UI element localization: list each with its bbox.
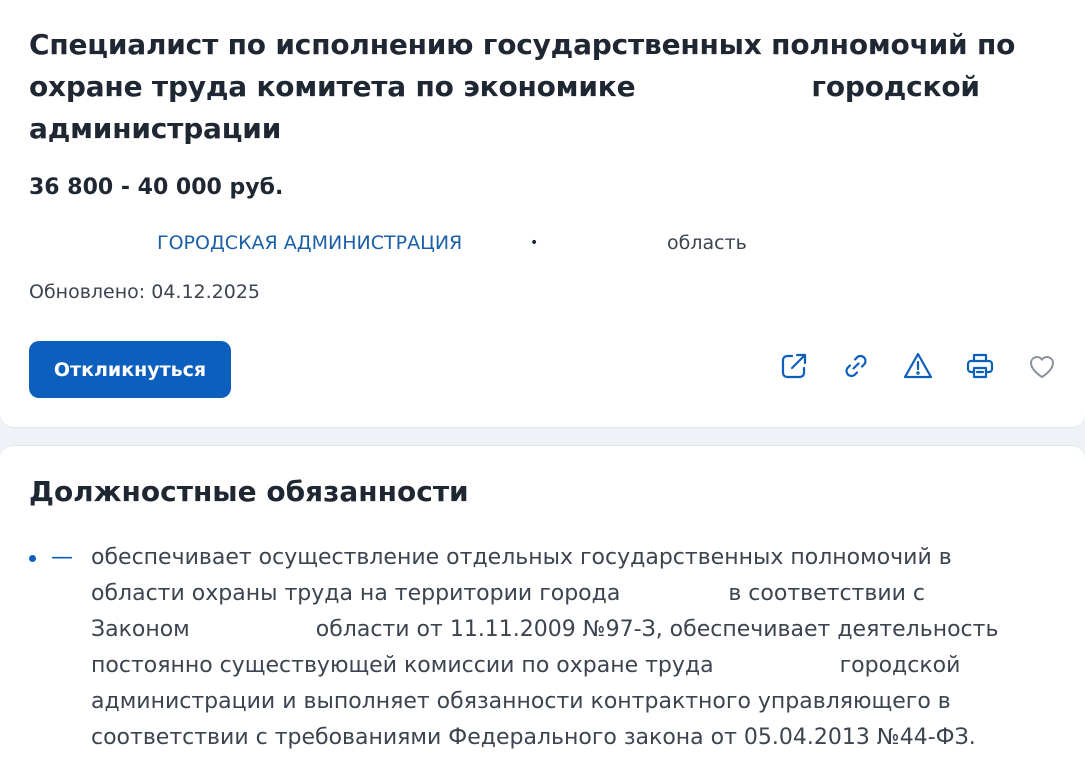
region-label: область xyxy=(667,232,747,254)
duty-line: Законом области от 11.11.2009 №97-З, обес… xyxy=(91,612,1051,648)
duty-text-part: городской xyxy=(839,653,961,678)
print-icon xyxy=(966,353,994,379)
copy-link-button[interactable] xyxy=(836,346,876,386)
heart-icon xyxy=(1030,356,1054,378)
favorite-button[interactable] xyxy=(1022,346,1062,386)
vacancy-actions xyxy=(774,346,1064,386)
bullet-marker xyxy=(29,555,36,562)
vacancy-title-part: городской xyxy=(811,70,980,103)
duty-text-part: постоянно существующей комиссии по охран… xyxy=(91,653,714,678)
vacancy-card: Специалист по исполнению государственных… xyxy=(0,0,1085,428)
duty-text: обеспечивает осуществление отдельных гос… xyxy=(91,540,1051,756)
duty-text-part: Законом xyxy=(91,617,190,642)
duty-text-part: области от 11.11.2009 №97-З, обеспечивае… xyxy=(315,617,999,642)
employer-link[interactable]: ГОРОДСКАЯ АДМИНИСТРАЦИЯ xyxy=(157,228,462,258)
duty-line: постоянно существующей комиссии по охран… xyxy=(91,648,1051,684)
duties-heading: Должностные обязанности xyxy=(29,475,469,508)
share-icon xyxy=(781,353,807,379)
apply-button[interactable]: Откликнуться xyxy=(29,341,231,398)
vacancy-title-line: охране труда комитета по экономике городс… xyxy=(29,66,1059,108)
vacancy-title-line: Специалист по исполнению государственных… xyxy=(29,28,1016,61)
duty-text-part: области охраны труда на территории город… xyxy=(91,581,621,606)
link-icon xyxy=(845,354,867,378)
duty-line: соответствии с требованиями Федерального… xyxy=(91,725,976,750)
vacancy-title-line: администрации xyxy=(29,112,282,145)
separator-dot: • xyxy=(530,235,539,251)
salary: 36 800 - 40 000 руб. xyxy=(29,175,284,200)
duty-line: администрации и выполняет обязанности ко… xyxy=(91,689,951,714)
dash-marker: — xyxy=(51,545,73,570)
duty-text-part: в соответствии с xyxy=(728,581,926,606)
print-button[interactable] xyxy=(960,346,1000,386)
vacancy-title-part: охране труда комитета по экономике xyxy=(29,70,636,103)
updated-date: Обновлено: 04.12.2025 xyxy=(29,281,261,303)
duty-line: области охраны труда на территории город… xyxy=(91,576,1051,612)
report-button[interactable] xyxy=(898,346,938,386)
warning-icon xyxy=(903,352,933,379)
duty-line: обеспечивает осуществление отдельных гос… xyxy=(91,545,952,570)
share-button[interactable] xyxy=(774,346,814,386)
vacancy-title: Специалист по исполнению государственных… xyxy=(29,24,1059,150)
